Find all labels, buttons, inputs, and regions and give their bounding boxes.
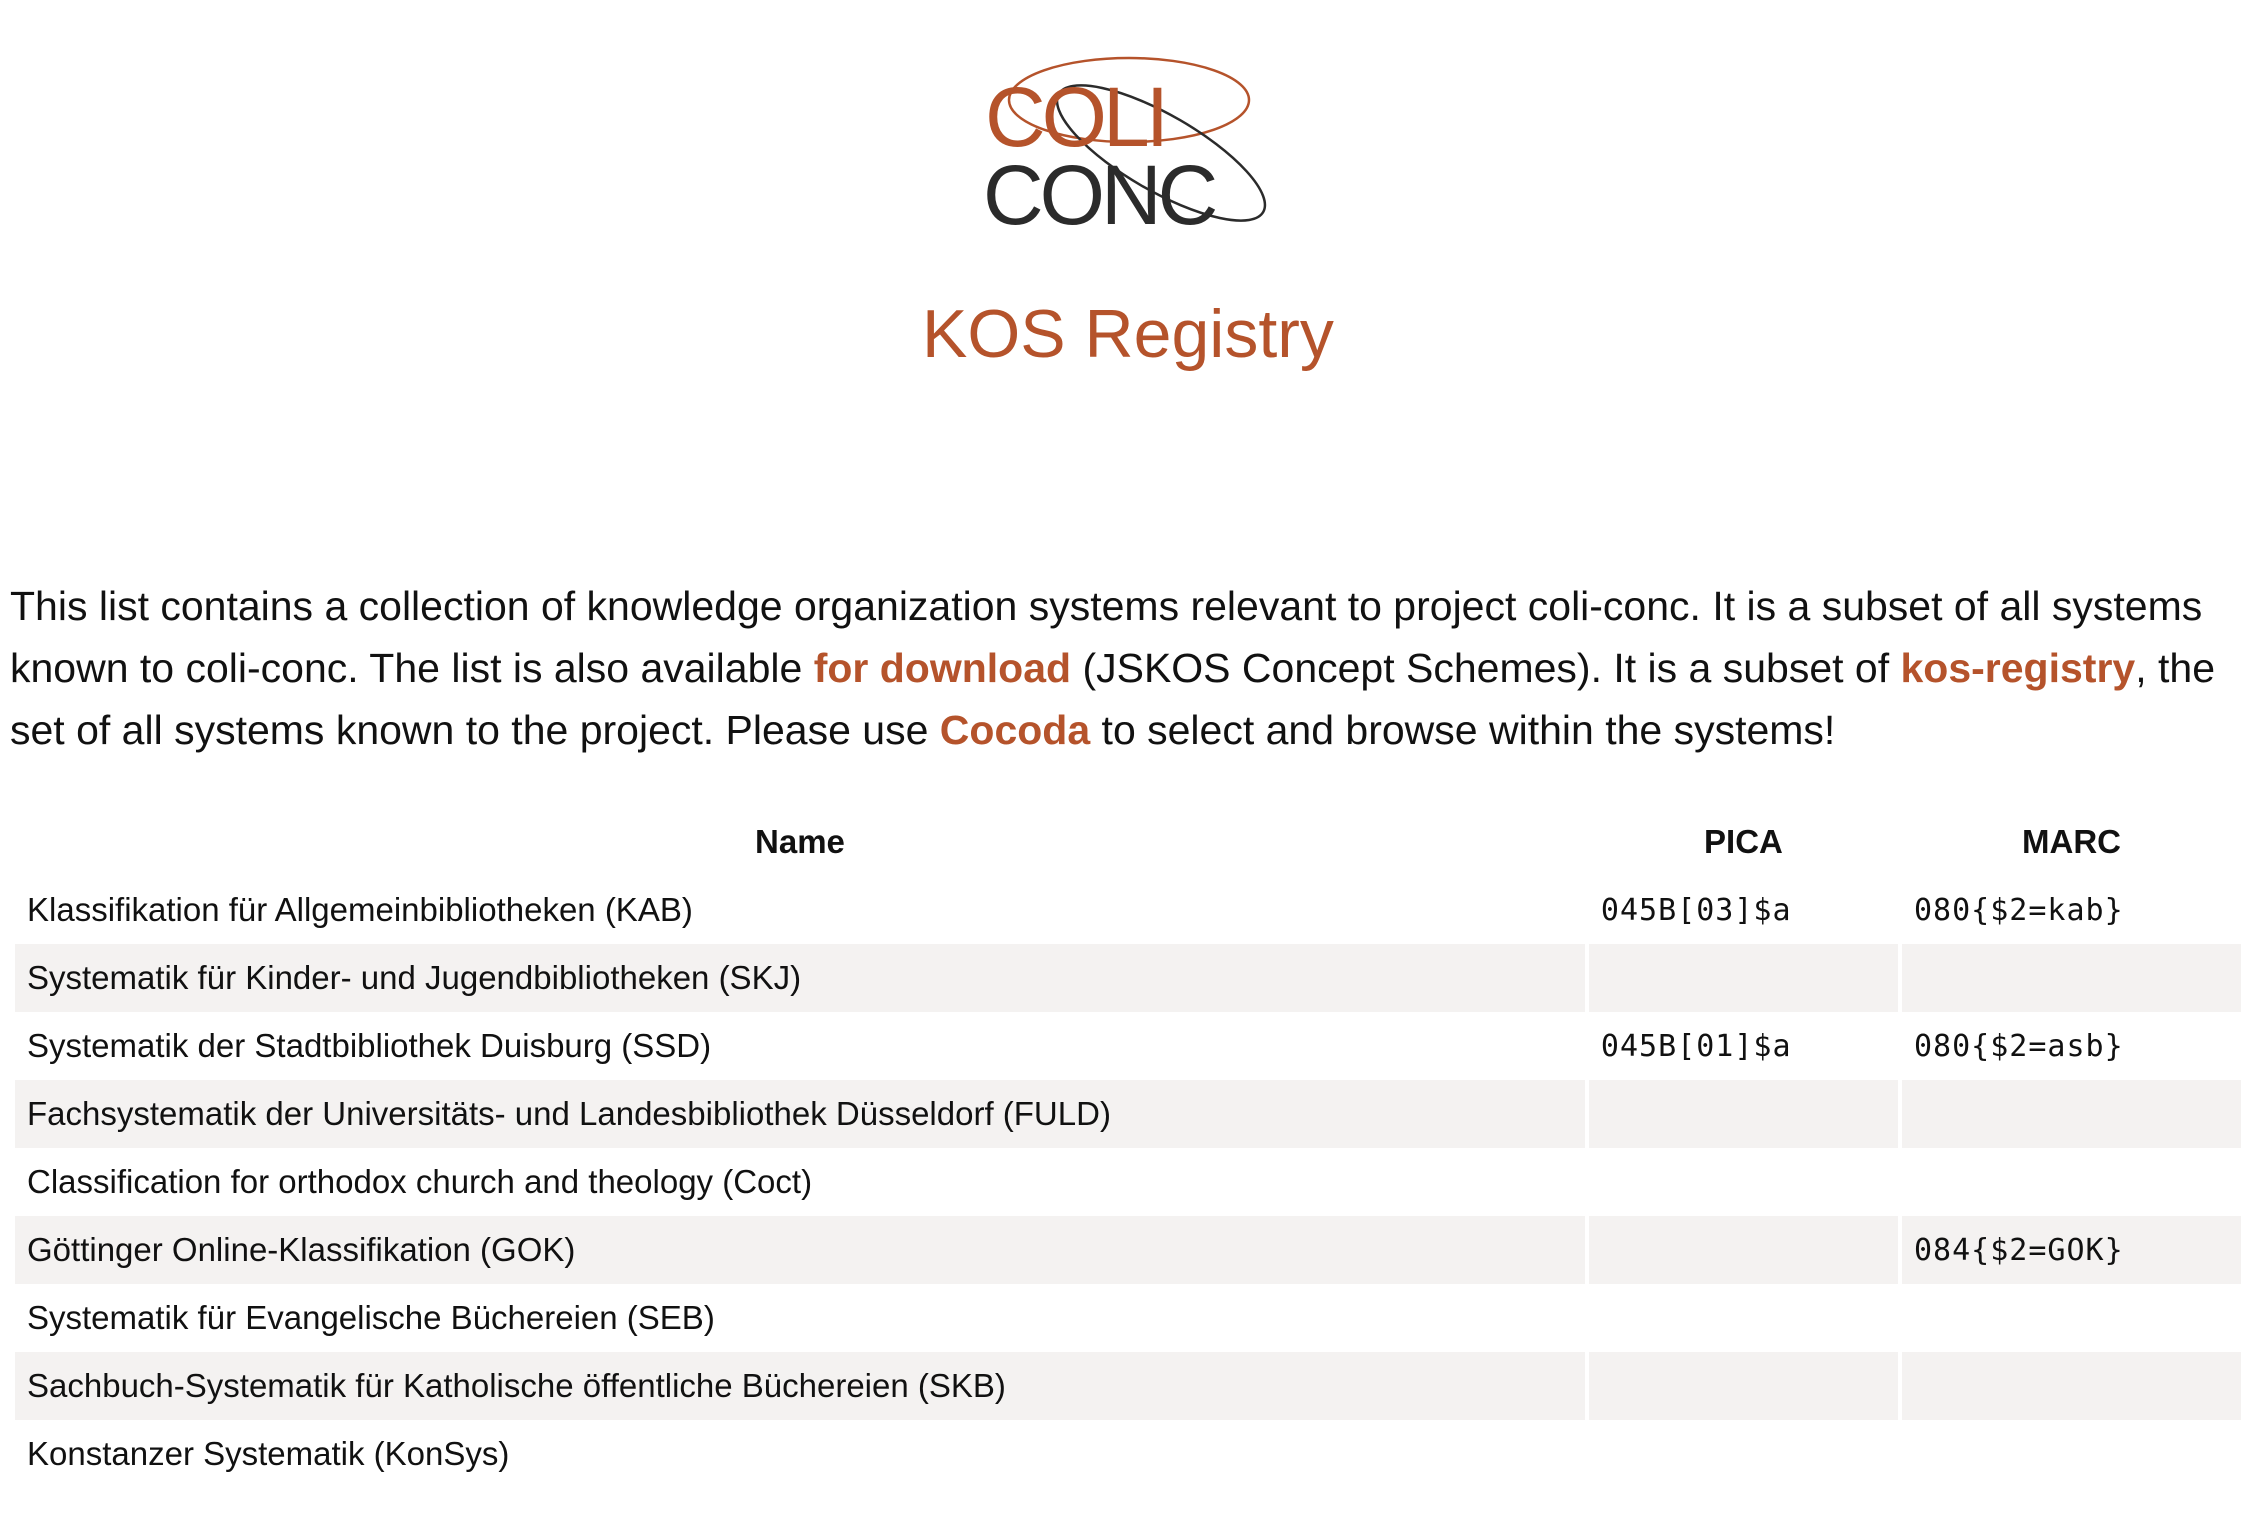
row-marc: 080{$2=kab}	[1914, 892, 2124, 928]
intro-text-4: to select and browse within the systems!	[1090, 707, 1836, 753]
table-row: Classification for orthodox church and t…	[15, 1148, 2241, 1216]
row-name: Fachsystematik der Universitäts- und Lan…	[15, 1080, 1585, 1148]
table-row: Klassifikation für Allgemeinbibliotheken…	[15, 876, 2241, 944]
logo-line2: CONC	[985, 148, 1216, 238]
header-name: Name	[755, 823, 845, 860]
row-pica	[1588, 1352, 1898, 1420]
row-pica	[1589, 1284, 1898, 1352]
coli-conc-logo: COLI CONC	[985, 56, 1267, 238]
header-pica: PICA	[1704, 823, 1783, 860]
table-header-row: Name PICA MARC	[15, 808, 2241, 876]
row-name: Klassifikation für Allgemeinbibliotheken…	[27, 891, 693, 928]
cocoda-link[interactable]: Cocoda	[940, 707, 1090, 753]
table-row: Systematik für Evangelische Büchereien (…	[15, 1284, 2241, 1352]
row-marc	[1902, 944, 2241, 1012]
page-title: KOS Registry	[922, 296, 1334, 372]
row-pica	[1589, 1420, 1898, 1488]
row-pica	[1589, 1148, 1898, 1216]
row-marc: 080{$2=asb}	[1914, 1028, 2124, 1064]
kos-registry-link[interactable]: kos-registry	[1901, 645, 2136, 691]
row-marc	[1902, 1080, 2241, 1148]
row-name: Konstanzer Systematik (KonSys)	[27, 1435, 510, 1472]
table-row: Sachbuch-Systematik für Katholische öffe…	[15, 1352, 2241, 1420]
row-marc	[1902, 1148, 2241, 1216]
download-link[interactable]: for download	[814, 645, 1071, 691]
row-marc	[1902, 1352, 2241, 1420]
header-marc: MARC	[2022, 823, 2121, 860]
intro-paragraph: This list contains a collection of knowl…	[10, 575, 2250, 761]
row-pica	[1588, 944, 1898, 1012]
row-marc	[1902, 1420, 2241, 1488]
table-row: Systematik der Stadtbibliothek Duisburg …	[15, 1012, 2241, 1080]
row-name: Systematik der Stadtbibliothek Duisburg …	[27, 1027, 712, 1064]
kos-table: Name PICA MARC Klassifikation für Allgem…	[11, 808, 2245, 1488]
row-pica	[1588, 1216, 1898, 1284]
row-name: Classification for orthodox church and t…	[27, 1163, 813, 1200]
row-marc: 084{$2=GOK}	[1902, 1216, 2241, 1284]
table-row: Konstanzer Systematik (KonSys)	[15, 1420, 2241, 1488]
row-name: Sachbuch-Systematik für Katholische öffe…	[15, 1352, 1585, 1420]
row-name: Systematik für Evangelische Büchereien (…	[27, 1299, 715, 1336]
row-name: Systematik für Kinder- und Jugendbibliot…	[15, 944, 1585, 1012]
row-pica: 045B[01]$a	[1600, 1028, 1792, 1064]
table-row: Göttinger Online-Klassifikation (GOK) 08…	[15, 1216, 2241, 1284]
table-row: Systematik für Kinder- und Jugendbibliot…	[15, 944, 2241, 1012]
row-name: Göttinger Online-Klassifikation (GOK)	[15, 1216, 1585, 1284]
table-row: Fachsystematik der Universitäts- und Lan…	[15, 1080, 2241, 1148]
row-pica: 045B[03]$a	[1600, 892, 1792, 928]
intro-text-2: (JSKOS Concept Schemes). It is a subset …	[1071, 645, 1901, 691]
row-marc	[1902, 1284, 2241, 1352]
row-pica	[1588, 1080, 1898, 1148]
